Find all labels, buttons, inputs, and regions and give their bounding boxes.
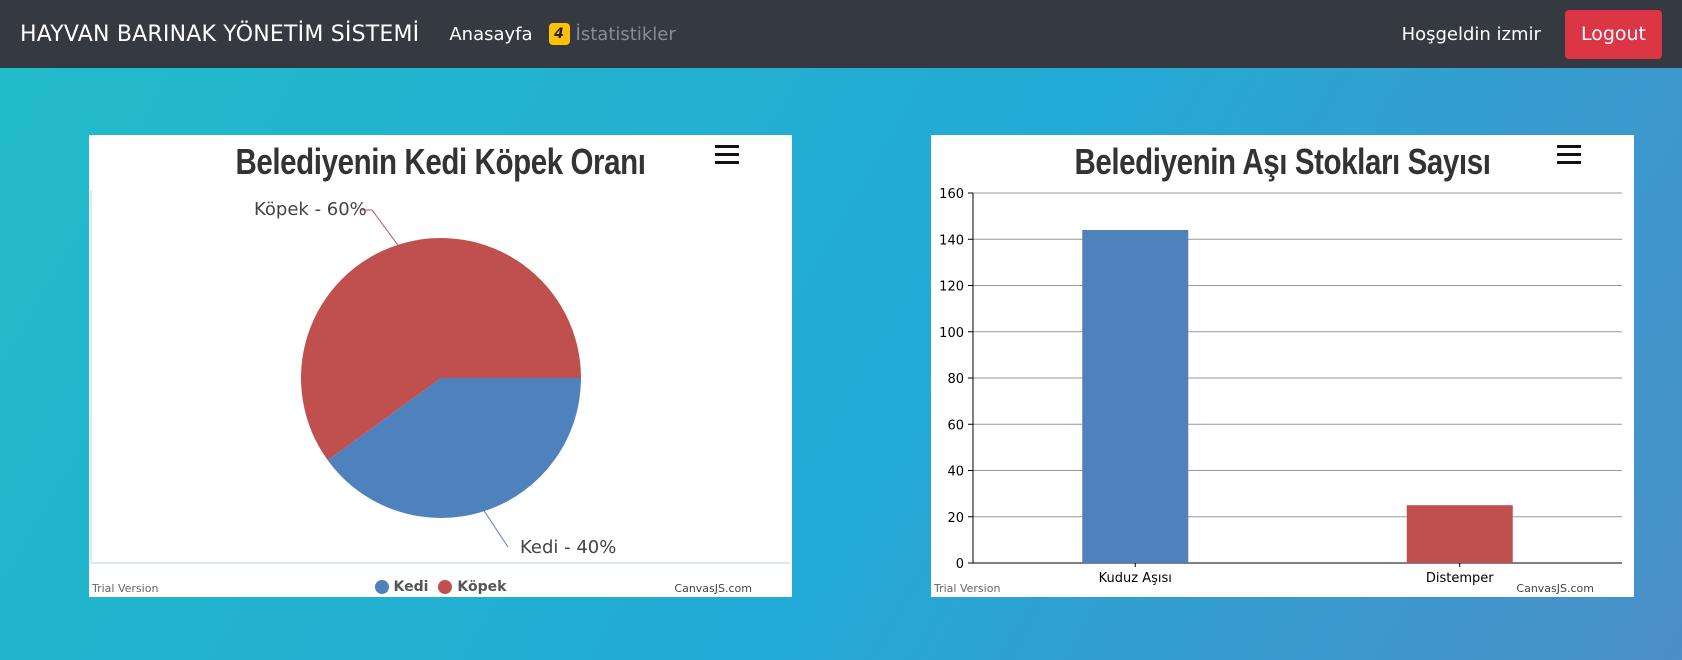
legend-item-kedi[interactable]: Kedi bbox=[374, 579, 429, 595]
y-tick-label: 140 bbox=[939, 233, 964, 248]
legend-label-kopek: Köpek bbox=[457, 579, 507, 595]
y-tick-label: 160 bbox=[939, 187, 964, 202]
legend-item-kopek[interactable]: Köpek bbox=[438, 579, 506, 595]
legend-label-kedi: Kedi bbox=[393, 579, 429, 595]
bar-credit-link[interactable]: CanvasJS.com bbox=[1516, 582, 1594, 595]
y-tick-label: 60 bbox=[947, 418, 964, 433]
pie-label-kedi: Kedi - 40% bbox=[520, 537, 617, 558]
y-tick-label: 120 bbox=[939, 280, 964, 295]
x-tick-label: Kuduz Aşısı bbox=[1099, 571, 1172, 586]
navbar: HAYVAN BARINAK YÖNETİM SİSTEMİ Anasayfa … bbox=[0, 0, 1682, 68]
bar-chart: 0 20 40 60 80 100 120 140 160 Kuduz Aşısı Distempe… bbox=[939, 187, 1622, 586]
nav-home-link[interactable]: Anasayfa bbox=[449, 24, 532, 45]
bar-chart-title: Belediyenin Aşı Stokları Sayısı bbox=[1074, 141, 1491, 182]
pie-credit-link[interactable]: CanvasJS.com bbox=[674, 582, 752, 595]
brand-title[interactable]: HAYVAN BARINAK YÖNETİM SİSTEMİ bbox=[20, 22, 419, 47]
y-tick-label: 0 bbox=[956, 557, 964, 572]
pie-chart-menu-icon[interactable] bbox=[715, 145, 739, 165]
bar-chart-card: 0 20 40 60 80 100 120 140 160 Kuduz Aşısı Distempe… bbox=[931, 135, 1634, 597]
pie-chart-card: Belediyenin Kedi Köpek Oranı Köpek - 60%… bbox=[89, 135, 792, 597]
pie-trial-text: Trial Version bbox=[92, 582, 159, 595]
logout-button[interactable]: Logout bbox=[1564, 9, 1662, 59]
legend-dot-kedi bbox=[374, 580, 389, 594]
bar-distemper[interactable] bbox=[1406, 505, 1513, 563]
nav-statistics-link[interactable]: İstatistikler bbox=[576, 24, 676, 45]
bar-trial-text: Trial Version bbox=[934, 582, 1001, 595]
y-tick-label: 80 bbox=[947, 372, 964, 387]
welcome-text: Hoşgeldin izmir bbox=[1401, 23, 1541, 45]
bar-chart-menu-icon[interactable] bbox=[1557, 145, 1581, 165]
x-tick-label: Distemper bbox=[1426, 571, 1494, 586]
pie-label-kopek: Köpek - 60% bbox=[254, 199, 367, 220]
notification-badge: 4 bbox=[548, 23, 570, 45]
pie-connector-kedi bbox=[483, 510, 509, 548]
pie-chart-title: Belediyenin Kedi Köpek Oranı bbox=[235, 141, 646, 182]
navbar-right: Hoşgeldin izmir Logout bbox=[1401, 9, 1662, 59]
y-tick-label: 40 bbox=[947, 465, 964, 480]
legend-dot-kopek bbox=[438, 580, 453, 594]
y-tick-label: 100 bbox=[939, 326, 964, 341]
y-tick-label: 20 bbox=[947, 511, 964, 526]
pie-chart bbox=[90, 190, 790, 564]
bar-kuduz[interactable] bbox=[1082, 230, 1189, 563]
